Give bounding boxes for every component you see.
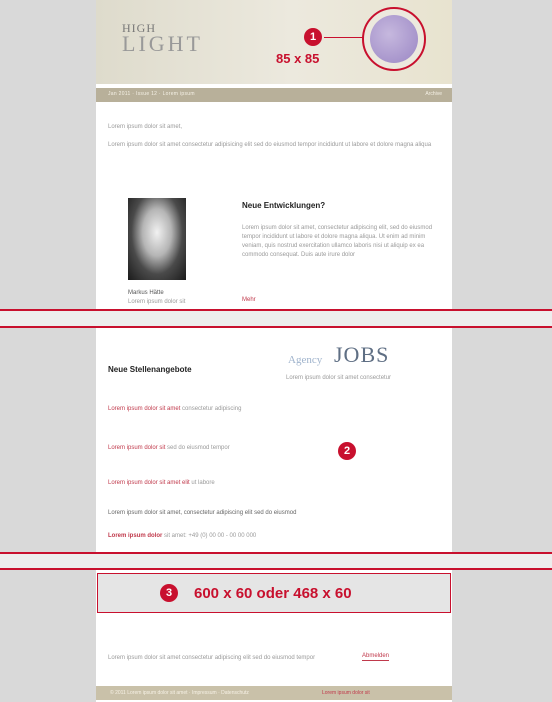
divider-line <box>0 568 552 570</box>
job-link[interactable]: Lorem ipsum dolor sit amet <box>108 406 180 412</box>
contact-phone: sit amet: +49 (0) 00 00 - 00 00 000 <box>164 533 257 539</box>
jobs-logo: JOBS <box>334 342 390 367</box>
divider-line <box>0 309 552 311</box>
article-body: Lorem ipsum dolor sit amet, consectetur … <box>242 225 433 258</box>
caption-name: Markus Hätte <box>128 290 164 296</box>
unsubscribe-text: Lorem ipsum dolor sit amet consectetur a… <box>108 655 316 661</box>
divider-line <box>0 326 552 328</box>
author-photo <box>128 198 186 280</box>
annotation-badge-2: 2 <box>338 442 356 460</box>
jobs-note: Lorem ipsum dolor sit amet, consectetur … <box>108 510 297 516</box>
caption-role: Lorem ipsum dolor sit <box>128 299 186 305</box>
intro-text: Lorem ipsum dolor sit amet consectetur a… <box>108 142 432 148</box>
job-rest: consectetur adipiscing <box>182 406 242 412</box>
job-rest: sed do eiusmod tempor <box>167 445 230 451</box>
job-item: Lorem ipsum dolor sit amet elit ut labor… <box>108 479 408 488</box>
avatar-icon <box>370 15 418 63</box>
footer-text: © 2011 Lorem ipsum dolor sit amet · Impr… <box>110 690 249 696</box>
nav-left-text[interactable]: Jan 2011 · Issue 12 · Lorem ipsum <box>108 91 195 97</box>
newsletter-header: HIGH LIGHT <box>96 0 452 84</box>
nav-right-link[interactable]: Archive <box>425 91 442 97</box>
banner-placeholder: 3 600 x 60 oder 468 x 60 <box>97 573 451 613</box>
jobs-logo-small: Agency <box>288 354 323 366</box>
footer-bar: © 2011 Lorem ipsum dolor sit amet · Impr… <box>96 686 452 700</box>
logo-bottom-text: LIGHT <box>122 31 203 56</box>
annotation-badge-1: 1 <box>304 28 322 46</box>
banner-size-label: 600 x 60 oder 468 x 60 <box>194 585 352 602</box>
section-gap <box>0 553 552 569</box>
footer-link[interactable]: Lorem ipsum dolor sit <box>322 690 370 696</box>
nav-bar: Jan 2011 · Issue 12 · Lorem ipsum Archiv… <box>96 88 452 102</box>
job-rest: ut labore <box>191 480 215 486</box>
job-link[interactable]: Lorem ipsum dolor sit amet elit <box>108 480 190 486</box>
jobs-subtitle: Lorem ipsum dolor sit amet consectetur <box>286 375 392 381</box>
article-more-link[interactable]: Mehr <box>242 296 256 305</box>
unsubscribe-button[interactable]: Abmelden <box>362 653 390 661</box>
jobs-title: Neue Stellenangebote <box>108 365 192 374</box>
section-gap <box>0 310 552 327</box>
size-label-1: 85 x 85 <box>276 51 320 66</box>
job-item: Lorem ipsum dolor sit sed do eiusmod tem… <box>108 444 408 453</box>
divider-line <box>0 552 552 554</box>
annotation-badge-3: 3 <box>160 584 178 602</box>
contact-label: Lorem ipsum dolor <box>108 533 163 539</box>
article-title: Neue Entwicklungen? <box>242 201 326 210</box>
annotation-connector <box>324 37 364 38</box>
avatar-placeholder <box>362 7 426 71</box>
intro-greeting: Lorem ipsum dolor sit amet, <box>108 124 183 130</box>
job-link[interactable]: Lorem ipsum dolor sit <box>108 445 165 451</box>
jobs-contact: Lorem ipsum dolor sit amet: +49 (0) 00 0… <box>108 532 438 541</box>
job-item: Lorem ipsum dolor sit amet consectetur a… <box>108 405 408 414</box>
